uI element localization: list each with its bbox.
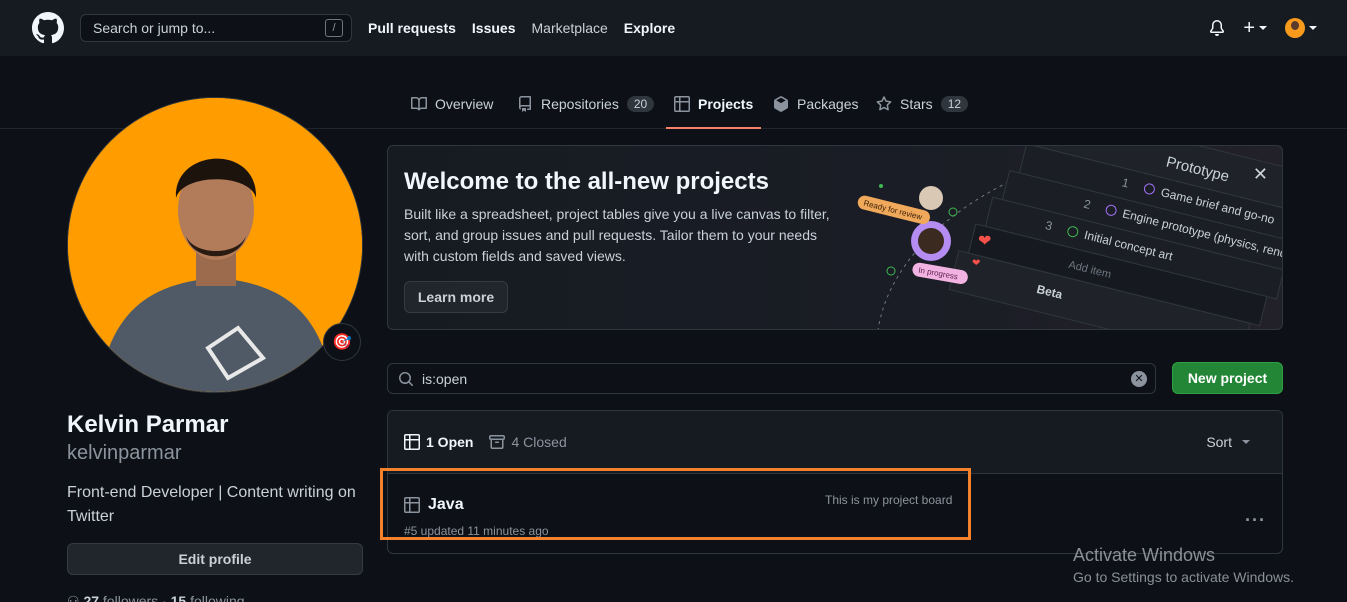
nav-explore[interactable]: Explore [624,20,675,36]
closed-count-label: 4 Closed [511,434,567,450]
tab-label: Packages [797,96,859,112]
profile-bio: Front-end Developer | Content writing on… [67,484,356,525]
following-count[interactable]: 15 [171,593,187,602]
edit-profile-button[interactable]: Edit profile [67,543,363,575]
archive-icon [489,435,506,449]
learn-more-button[interactable]: Learn more [404,281,508,313]
project-title-link[interactable]: Java [404,496,464,514]
tab-label: Projects [698,96,754,112]
project-description: This is my project board [825,493,953,507]
nav-issues[interactable]: Issues [472,20,516,36]
filter-value: is:open [422,370,468,387]
open-count-label: 1 Open [426,434,474,450]
nav-pull-requests[interactable]: Pull requests [368,20,456,36]
project-list: 1 Open 4 Closed Sort Java #5 updated 11 … [387,410,1283,554]
followers-count[interactable]: 27 [83,593,99,602]
user-menu-dropdown[interactable] [1285,18,1317,38]
close-icon[interactable]: ✕ [1253,164,1268,185]
caret-down-icon [1309,26,1317,30]
sort-dropdown[interactable]: Sort [1206,434,1250,450]
banner-title: Welcome to the all-new projects [404,168,769,195]
table-icon [404,434,420,450]
package-icon [774,96,788,112]
table-icon [404,497,420,513]
tab-projects[interactable]: Projects [665,80,762,129]
global-search-input[interactable]: Search or jump to... / [80,14,352,42]
heart-icon: ❤ [972,258,980,269]
tab-label: Overview [435,96,494,112]
project-list-header: 1 Open 4 Closed Sort [388,411,1282,474]
closed-filter-tab[interactable]: 4 Closed [489,434,567,450]
project-filter-input[interactable]: is:open ✕ [387,363,1156,394]
heart-icon: ❤ [978,233,991,250]
project-title: Java [428,496,464,513]
status-emoji-button[interactable]: 🎯 [323,323,361,361]
open-filter-tab[interactable]: 1 Open [404,434,473,450]
follow-stats: ⚇ 27 followers · 15 following [67,593,245,602]
header-actions: + [1209,17,1317,40]
tab-label: Repositories [541,96,619,112]
global-nav: Pull requests Issues Marketplace Explore [368,20,675,36]
followers-label[interactable]: followers [103,593,158,602]
list-item[interactable]: Java #5 updated 11 minutes ago ··· [388,474,1282,553]
table-icon [674,96,690,112]
search-icon [399,371,414,386]
tab-repositories[interactable]: Repositories 20 [517,80,655,128]
watermark-title: Activate Windows [1073,545,1216,565]
book-icon [411,96,427,111]
tab-label: Stars [900,96,933,112]
github-logo-icon[interactable] [32,12,64,44]
following-label[interactable]: following [190,593,244,602]
clear-filter-icon[interactable]: ✕ [1131,370,1147,387]
avatar [1285,18,1305,38]
repositories-count-badge: 20 [626,96,655,112]
tab-packages[interactable]: Packages [773,80,858,128]
project-meta: #5 updated 11 minutes ago [404,524,549,538]
people-icon: ⚇ [67,593,80,602]
kebab-menu-icon[interactable]: ··· [1245,510,1266,531]
tab-overview[interactable]: Overview [411,80,493,128]
caret-down-icon [1259,26,1267,30]
profile-name: Kelvin Parmar [67,411,229,438]
windows-activation-watermark: Activate Windows Go to Settings to activ… [1073,545,1294,585]
repo-icon [519,96,531,112]
tab-stars[interactable]: Stars 12 [876,80,969,128]
banner-body: Built like a spreadsheet, project tables… [404,206,830,264]
caret-down-icon [1242,440,1250,444]
watermark-subtitle: Go to Settings to activate Windows. [1073,569,1294,585]
plus-icon: + [1243,16,1255,39]
search-placeholder: Search or jump to... [93,20,216,36]
bell-icon[interactable] [1209,20,1225,36]
projects-illustration: Prototype 1 Game brief and go-no 2 Engin… [857,146,1282,329]
star-icon [876,96,892,111]
nav-marketplace[interactable]: Marketplace [532,20,608,36]
global-header: Search or jump to... / Pull requests Iss… [0,0,1347,56]
create-new-dropdown[interactable]: + [1243,17,1267,40]
profile-login: kelvinparmar [67,442,182,464]
profile-avatar[interactable] [67,97,363,393]
projects-welcome-banner: Welcome to the all-new projects Built li… [387,145,1283,330]
slash-shortcut-icon: / [325,19,343,37]
new-project-button[interactable]: New project [1172,362,1283,394]
sort-label: Sort [1206,434,1232,450]
stars-count-badge: 12 [940,96,969,112]
